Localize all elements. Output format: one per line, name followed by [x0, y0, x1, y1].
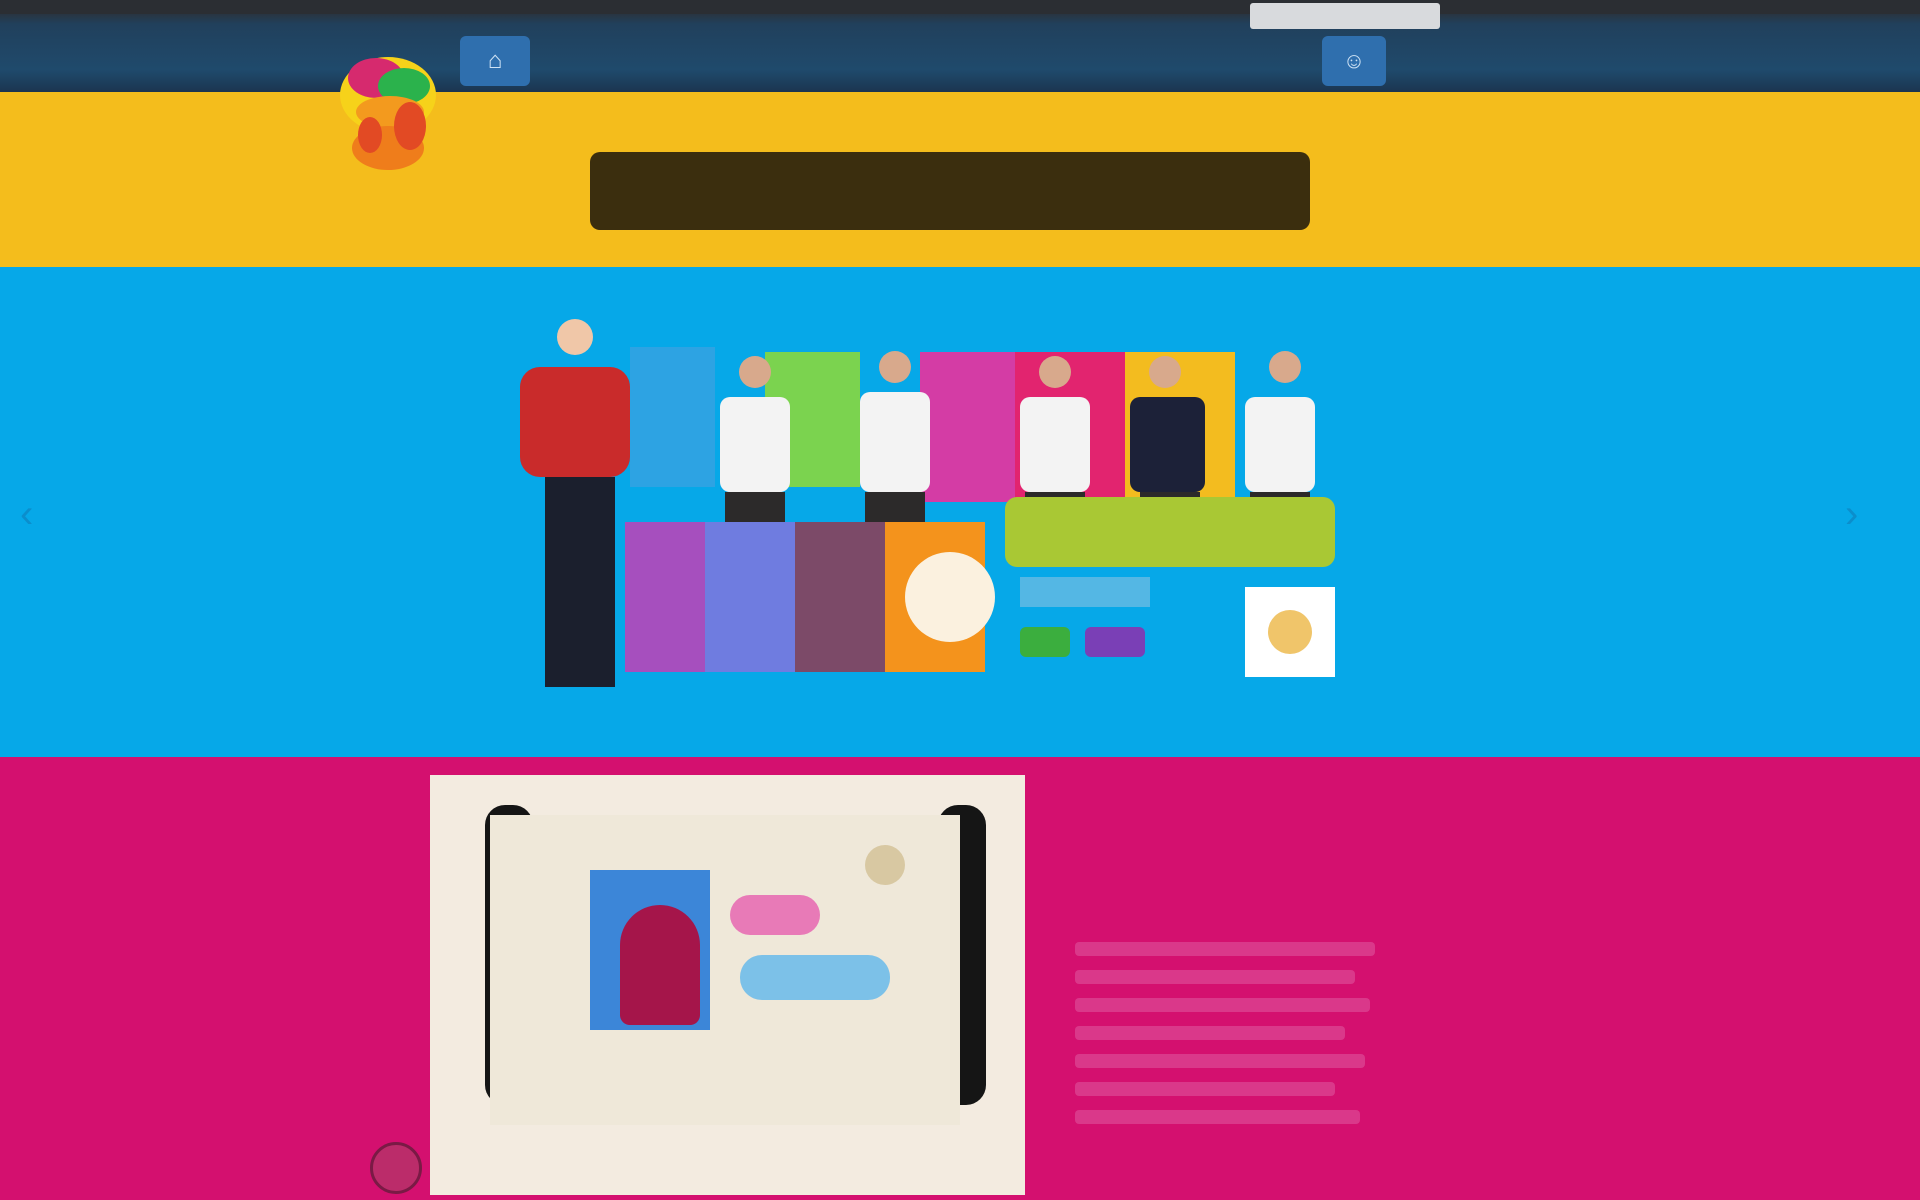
- home-icon[interactable]: ⌂: [460, 36, 530, 86]
- hero-image[interactable]: [500, 307, 1410, 737]
- user-icon[interactable]: ☺: [1322, 36, 1386, 86]
- site-logo[interactable]: [330, 30, 450, 180]
- hero-carousel: ‹ ›: [0, 267, 1920, 757]
- promo-banner[interactable]: [590, 152, 1310, 230]
- floating-badge-icon[interactable]: [370, 1142, 422, 1194]
- video-title-graphic: [730, 895, 820, 935]
- text-line: [1075, 1026, 1345, 1040]
- text-line: [1075, 1054, 1365, 1068]
- carousel-next-arrow[interactable]: ›: [1845, 492, 1858, 537]
- logo-icon: [340, 57, 436, 170]
- text-line: [1075, 1082, 1335, 1096]
- text-line: [1075, 942, 1375, 956]
- right-link-1[interactable]: [1270, 55, 1282, 67]
- text-line: [1075, 998, 1370, 1012]
- top-navigation-bar: ⌂ ☺: [0, 0, 1920, 92]
- nav-item-2[interactable]: [594, 55, 630, 67]
- carousel-prev-arrow[interactable]: ‹: [20, 492, 33, 537]
- right-link-2[interactable]: [1296, 55, 1308, 67]
- search-input[interactable]: [1250, 3, 1440, 29]
- right-nav: ☺: [1270, 36, 1400, 86]
- video-person: [620, 905, 700, 1025]
- nav-item-4[interactable]: [694, 55, 730, 67]
- text-line: [1075, 970, 1355, 984]
- main-nav: ⌂: [460, 36, 730, 86]
- text-line: [1075, 1110, 1360, 1124]
- nav-item-1[interactable]: [544, 55, 580, 67]
- latest-body-text: [1075, 942, 1375, 1138]
- latest-section: [0, 757, 1920, 1200]
- video-thumbnail[interactable]: [430, 775, 1025, 1195]
- video-subtitle-graphic: [740, 955, 890, 1000]
- nav-item-3[interactable]: [644, 55, 680, 67]
- promo-band: [0, 92, 1920, 267]
- utility-strip: [0, 0, 1920, 14]
- video-badge-icon: [865, 845, 905, 885]
